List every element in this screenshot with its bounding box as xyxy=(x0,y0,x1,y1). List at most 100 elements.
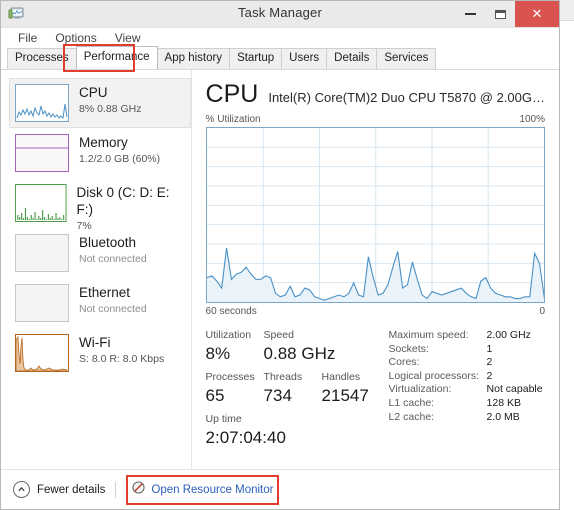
stat-uptime-value: 2:07:04:40 xyxy=(205,428,286,447)
menu-item-options[interactable]: Options xyxy=(46,28,105,48)
page-title: CPU xyxy=(205,80,259,108)
spec-l1-cache-key: L1 cache: xyxy=(388,396,435,409)
sidebar-item-disk[interactable]: Disk 0 (C: D: E: F:) 7% xyxy=(9,178,191,232)
stat-threads: Threads 734 xyxy=(264,370,322,407)
spec-sockets-key: Sockets: xyxy=(388,342,429,355)
stat-speed-value: 0.88 GHz xyxy=(263,344,336,363)
close-button[interactable]: ✕ xyxy=(515,1,559,27)
close-icon: ✕ xyxy=(531,6,543,22)
cpu-thumbnail-graph xyxy=(15,84,69,122)
cpu-model-name: Intel(R) Core(TM)2 Duo CPU T5870 @ 2.00G… xyxy=(268,90,545,105)
footer-divider xyxy=(115,481,117,498)
fewer-details-button[interactable]: Fewer details xyxy=(13,481,105,498)
title-bar: Task Manager ✕ xyxy=(1,1,559,28)
chevron-up-circle-icon xyxy=(13,481,30,498)
sidebar-item-wifi[interactable]: Wi-Fi S: 8.0 R: 8.0 Kbps xyxy=(9,328,191,378)
stat-row-processes-threads-handles: Processes 65 Threads 734 Handles 21547 xyxy=(206,370,381,407)
tab-services[interactable]: Services xyxy=(376,48,437,69)
spec-cores-value: 2 xyxy=(486,356,493,369)
background-window-titlebar xyxy=(560,0,574,21)
sidebar-item-disk-sub: 7% xyxy=(76,220,92,232)
sidebar-item-cpu-sub: 8% 0.88 GHz xyxy=(79,103,142,115)
tab-performance[interactable]: Performance xyxy=(75,46,158,69)
sidebar-item-wifi-sub: S: 8.0 R: 8.0 Kbps xyxy=(79,353,165,365)
spec-cores-key: Cores: xyxy=(388,356,420,369)
sidebar-item-memory-title: Memory xyxy=(79,135,128,150)
stat-handles-label: Handles xyxy=(321,371,361,383)
screen: Task Manager ✕ File Options View Process… xyxy=(0,0,574,510)
tab-startup[interactable]: Startup xyxy=(229,48,283,69)
sidebar-item-cpu-title: CPU xyxy=(79,85,108,100)
wifi-thumbnail-graph xyxy=(15,334,69,372)
minimize-icon xyxy=(464,13,476,15)
menu-item-file[interactable]: File xyxy=(9,28,46,48)
spec-logical-processors: Logical processors: 2 xyxy=(389,370,545,384)
stat-processes: Processes 65 xyxy=(206,370,264,407)
sidebar-item-cpu-text: CPU 8% 0.88 GHz xyxy=(79,84,141,116)
stat-speed: Speed 0.88 GHz xyxy=(263,328,336,365)
background-window xyxy=(559,0,574,510)
spec-l2-cache: L2 cache: 2.0 MB xyxy=(389,411,545,425)
chart-ylabel: % Utilization xyxy=(205,114,261,125)
spec-maximum-speed-key: Maximum speed: xyxy=(388,329,469,341)
disk-thumbnail-graph xyxy=(15,184,67,222)
sidebar-item-cpu[interactable]: CPU 8% 0.88 GHz xyxy=(9,78,191,128)
chart-top-axis: % Utilization 100% xyxy=(206,114,545,125)
chart-xlabel-right: 0 xyxy=(539,306,545,317)
bluetooth-thumbnail-graph xyxy=(15,234,69,272)
spec-logical-processors-key: Logical processors: xyxy=(388,369,480,382)
detail-header: CPU Intel(R) Core(TM)2 Duo CPU T5870 @ 2… xyxy=(206,80,545,108)
resource-sidebar: CPU 8% 0.88 GHz Memory 1.2/2.0 GB (60%) xyxy=(1,70,192,470)
cpu-specs-list: Maximum speed: 2.00 GHz Sockets: 1 Cores… xyxy=(381,328,545,449)
menu-bar: File Options View xyxy=(1,28,559,48)
stat-handles: Handles 21547 xyxy=(322,370,380,407)
menu-item-view[interactable]: View xyxy=(106,28,150,48)
spec-maximum-speed: Maximum speed: 2.00 GHz xyxy=(389,329,545,343)
sidebar-item-ethernet-sub: Not connected xyxy=(79,303,147,315)
tab-details[interactable]: Details xyxy=(326,48,378,69)
stat-processes-value: 65 xyxy=(205,386,225,405)
tab-processes[interactable]: Processes xyxy=(7,48,77,69)
open-resource-monitor-label: Open Resource Monitor xyxy=(151,483,274,496)
sidebar-item-memory[interactable]: Memory 1.2/2.0 GB (60%) xyxy=(9,128,191,178)
spec-sockets: Sockets: 1 xyxy=(389,343,545,357)
stat-uptime: Up time 2:07:04:40 xyxy=(206,412,381,449)
stats-left-column: Utilization 8% Speed 0.88 GHz Processes xyxy=(206,328,381,449)
sidebar-item-disk-title: Disk 0 (C: D: E: F:) xyxy=(76,185,170,217)
spec-l1-cache: L1 cache: 128 KB xyxy=(389,397,545,411)
stat-handles-value: 21547 xyxy=(321,386,369,405)
sidebar-item-ethernet-text: Ethernet Not connected xyxy=(79,284,147,316)
sidebar-item-bluetooth[interactable]: Bluetooth Not connected xyxy=(9,228,191,278)
chart-ymax-label: 100% xyxy=(519,114,545,125)
sidebar-item-ethernet-title: Ethernet xyxy=(79,285,131,300)
open-resource-monitor-link[interactable]: Open Resource Monitor xyxy=(126,474,280,505)
sidebar-item-bluetooth-title: Bluetooth xyxy=(79,235,137,250)
maximize-button[interactable] xyxy=(485,1,515,27)
sidebar-item-ethernet[interactable]: Ethernet Not connected xyxy=(9,278,191,328)
minimize-button[interactable] xyxy=(455,1,485,27)
stat-utilization-value: 8% xyxy=(205,344,231,363)
spec-l2-cache-value: 2.0 MB xyxy=(486,410,520,423)
stat-speed-label: Speed xyxy=(263,329,294,341)
spec-cores: Cores: 2 xyxy=(389,356,545,370)
spec-l1-cache-value: 128 KB xyxy=(486,396,521,409)
sidebar-item-memory-text: Memory 1.2/2.0 GB (60%) xyxy=(79,134,160,166)
spec-logical-processors-value: 2 xyxy=(486,369,493,382)
memory-thumbnail-graph xyxy=(15,134,69,172)
tab-app-history[interactable]: App history xyxy=(156,48,231,69)
spec-maximum-speed-value: 2.00 GHz xyxy=(486,329,531,341)
stat-utilization-label: Utilization xyxy=(205,329,252,341)
resource-monitor-icon xyxy=(132,480,145,499)
tab-users[interactable]: Users xyxy=(281,48,328,69)
stat-uptime-label: Up time xyxy=(205,413,242,425)
cpu-chart-svg xyxy=(206,128,544,302)
spec-sockets-value: 1 xyxy=(486,342,493,355)
spec-virtualization: Virtualization: Not capable xyxy=(389,383,545,397)
spec-l2-cache-key: L2 cache: xyxy=(388,410,435,423)
stat-threads-label: Threads xyxy=(263,371,303,383)
stat-utilization: Utilization 8% xyxy=(206,328,264,365)
sidebar-item-bluetooth-sub: Not connected xyxy=(79,253,147,265)
stat-row-utilization-speed: Utilization 8% Speed 0.88 GHz xyxy=(206,328,381,365)
stat-threads-value: 734 xyxy=(263,386,292,405)
content-area: CPU 8% 0.88 GHz Memory 1.2/2.0 GB (60%) xyxy=(1,70,559,470)
